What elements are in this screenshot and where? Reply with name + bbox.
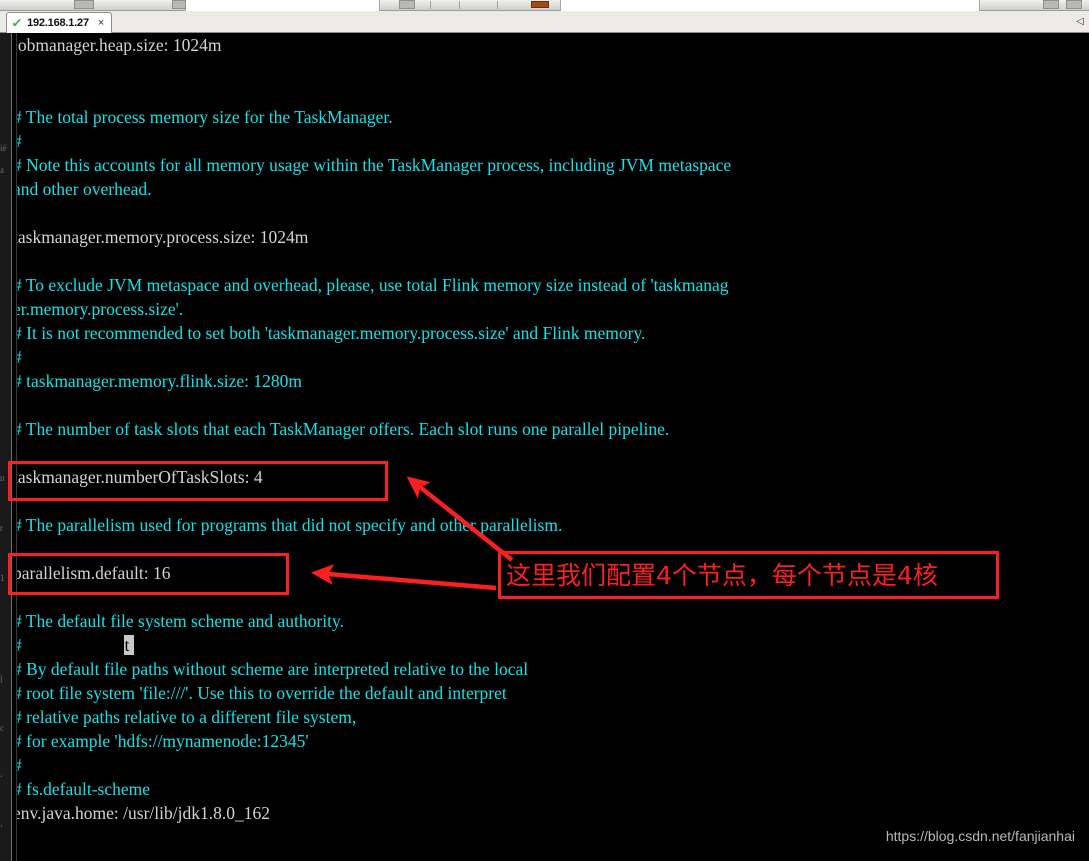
terminal-line-text: jobmanager.heap.size: 1024m xyxy=(13,35,222,55)
terminal-line: taskmanager.memory.process.size: 1024m xyxy=(13,225,1089,249)
terminal-line-text: # The total process memory size for the … xyxy=(13,107,393,127)
terminal-line: # The number of task slots that each Tas… xyxy=(13,417,1089,441)
terminal-line-text: # for example 'hdfs://mynamenode:12345' xyxy=(13,731,309,751)
close-icon[interactable]: × xyxy=(98,17,104,29)
background-toolbar-button xyxy=(1066,0,1082,9)
terminal-line: # By default file paths without scheme a… xyxy=(13,657,1089,681)
terminal-line-text: and other overhead. xyxy=(13,179,152,199)
tab-scroll-left-icon[interactable]: ◁ xyxy=(1074,14,1086,28)
terminal-line-text: # To exclude JVM metaspace and overhead,… xyxy=(13,275,729,295)
terminal-line: jobmanager.heap.size: 1024m xyxy=(13,33,1089,57)
terminal-line-text: # The default file system scheme and aut… xyxy=(13,611,344,631)
terminal-line: # Note this accounts for all memory usag… xyxy=(13,153,1089,177)
terminal-line: # relative paths relative to a different… xyxy=(13,705,1089,729)
tab-192-168-1-27[interactable]: ✓ 192.168.1.27 × xyxy=(6,12,113,33)
background-toolbar-field xyxy=(560,0,980,11)
annotation-box-parallelism xyxy=(8,553,289,595)
terminal-line: # xyxy=(13,345,1089,369)
terminal-text-content: jobmanager.heap.size: 1024m # The total p… xyxy=(13,33,1089,861)
tab-label: 192.168.1.27 xyxy=(27,17,89,29)
terminal-window: ✓ 192.168.1.27 × ◁ ié a n r 1 j c ʻ ʻ jo… xyxy=(0,0,1089,861)
terminal-line-text: # The number of task slots that each Tas… xyxy=(13,419,670,439)
terminal-line: er.memory.process.size'. xyxy=(13,297,1089,321)
background-toolbar-separator xyxy=(459,1,460,9)
background-window-toolbar xyxy=(0,0,1089,11)
terminal-line-text: env.java.home: /usr/lib/jdk1.8.0_162 xyxy=(13,803,270,823)
tab-bar: ✓ 192.168.1.27 × ◁ xyxy=(0,11,1089,33)
terminal-line-text: # relative paths relative to a different… xyxy=(13,707,357,727)
terminal-line: # To exclude JVM metaspace and overhead,… xyxy=(13,273,1089,297)
terminal-line: # t xyxy=(13,633,1089,657)
terminal-screen[interactable]: jobmanager.heap.size: 1024m # The total p… xyxy=(11,33,1089,861)
terminal-line: # taskmanager.memory.flink.size: 1280m xyxy=(13,369,1089,393)
terminal-line-text: # By default file paths without scheme a… xyxy=(13,659,529,679)
terminal-line: # The default file system scheme and aut… xyxy=(13,609,1089,633)
watermark: https://blog.csdn.net/fanjianhai xyxy=(885,828,1075,844)
background-toolbar-field xyxy=(185,0,380,11)
terminal-line-text: # fs.default-scheme xyxy=(13,779,151,799)
terminal-line: # xyxy=(13,753,1089,777)
terminal-line: # The total process memory size for the … xyxy=(13,105,1089,129)
background-toolbar-button xyxy=(172,0,186,9)
annotation-note-box: 这里我们配置4个节点，每个节点是4核 xyxy=(498,551,999,599)
background-toolbar-icon xyxy=(531,1,549,8)
text-cursor-char: t xyxy=(124,635,130,655)
background-toolbar-button xyxy=(74,0,94,9)
terminal-line-text: taskmanager.memory.process.size: 1024m xyxy=(13,227,309,247)
terminal-line-text: # taskmanager.memory.flink.size: 1280m xyxy=(13,371,303,391)
green-check-icon: ✓ xyxy=(11,16,23,30)
terminal-line-text: # It is not recommended to set both 'tas… xyxy=(13,323,646,343)
terminal-line-text: er.memory.process.size'. xyxy=(13,299,184,319)
terminal-line-text: # root file system 'file:///'. Use this … xyxy=(13,683,507,703)
terminal-left-border xyxy=(11,33,17,861)
background-toolbar-button xyxy=(399,0,415,9)
terminal-line: # fs.default-scheme xyxy=(13,777,1089,801)
background-toolbar-button xyxy=(1043,0,1059,9)
terminal-line: # for example 'hdfs://mynamenode:12345' xyxy=(13,729,1089,753)
terminal-line: # The parallelism used for programs that… xyxy=(13,513,1089,537)
annotation-box-task-slots xyxy=(8,461,388,501)
terminal-line: # It is not recommended to set both 'tas… xyxy=(13,321,1089,345)
background-toolbar-separator xyxy=(497,1,498,9)
terminal-line-text: # Note this accounts for all memory usag… xyxy=(13,155,732,175)
background-toolbar-separator xyxy=(430,1,431,9)
terminal-line-text: # The parallelism used for programs that… xyxy=(13,515,563,535)
terminal-line: # root file system 'file:///'. Use this … xyxy=(13,681,1089,705)
terminal-line: # xyxy=(13,129,1089,153)
terminal-line: and other overhead. xyxy=(13,177,1089,201)
annotation-note-text: 这里我们配置4个节点，每个节点是4核 xyxy=(506,560,938,590)
left-gutter: ié a n r 1 j c ʻ ʻ xyxy=(0,33,11,861)
terminal-line: env.java.home: /usr/lib/jdk1.8.0_162 xyxy=(13,801,1089,825)
